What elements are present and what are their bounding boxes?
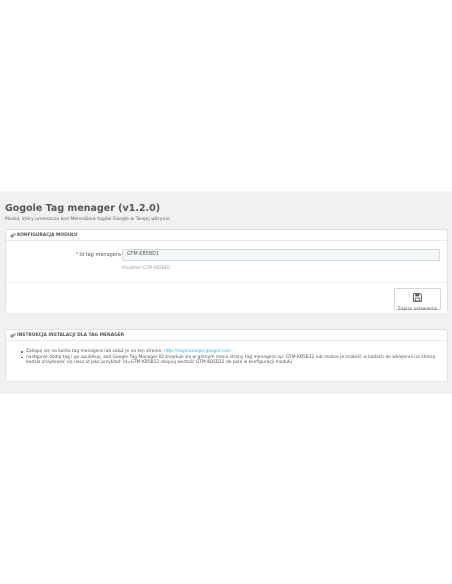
instruction-text: następnie dodaj tag i go opublikuj, kod … xyxy=(26,354,436,366)
config-panel-footer: Zapisz ustawienia xyxy=(6,282,447,313)
list-item: następnie dodaj tag i go opublikuj, kod … xyxy=(21,354,442,366)
tagmanager-link[interactable]: http://tagmanager.google.com xyxy=(164,349,231,354)
id-field-label: *Id tag menagera xyxy=(76,252,121,258)
instructions-panel: INSTRUKCJA INSTALACJI DLA TAG MENAGER Za… xyxy=(5,329,448,382)
page-title: Gogole Tag menager (v1.2.0) xyxy=(5,203,161,214)
gears-icon xyxy=(10,232,16,238)
gears-icon xyxy=(10,332,16,338)
instructions-panel-heading: INSTRUKCJA INSTALACJI DLA TAG MENAGER xyxy=(6,330,447,341)
instruction-text: Zaloguj się na konto tag menagera lub za… xyxy=(26,349,165,354)
config-panel-heading: KONFIGURACJA MODUŁU xyxy=(6,230,447,241)
page-subtitle: Moduł, który umieszcza kod Menedżera tag… xyxy=(5,217,170,222)
save-settings-button[interactable]: Zapisz ustawienia xyxy=(394,287,441,312)
tag-manager-id-input[interactable]: GTM-KB5BD1 xyxy=(122,249,440,261)
instructions-list: Zaloguj się na konto tag menagera lub za… xyxy=(21,349,442,366)
instructions-panel-title: INSTRUKCJA INSTALACJI DLA TAG MENAGER xyxy=(17,332,125,338)
config-panel-title: KONFIGURACJA MODUŁU xyxy=(17,232,78,238)
id-field-help: Przykład: GTM-KB5BD1 xyxy=(122,265,171,270)
id-field-label-text: Id tag menagera xyxy=(79,252,121,258)
save-settings-label: Zapisz ustawienia xyxy=(397,306,438,312)
config-panel: KONFIGURACJA MODUŁU *Id tag menagera GTM… xyxy=(5,229,448,313)
id-field-row: *Id tag menagera GTM-KB5BD1 xyxy=(6,249,447,261)
save-icon xyxy=(413,287,422,306)
